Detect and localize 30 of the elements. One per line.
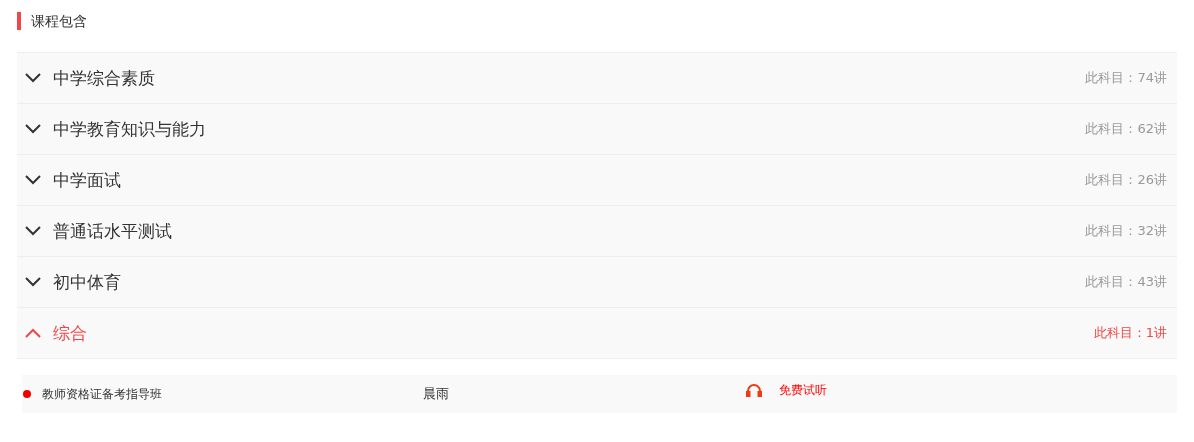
lesson-count: 此科目：1讲 [1093,324,1167,342]
chevron-down-icon [25,277,41,287]
subject-header[interactable]: 中学教育知识与能力 此科目：62讲 [17,104,1177,155]
lesson-title: 教师资格证备考指导班 [42,385,163,403]
lesson-count: 此科目：43讲 [1085,273,1167,291]
lesson-count: 此科目：74讲 [1085,69,1167,87]
headphones-icon [746,383,762,397]
lesson-count: 此科目：32讲 [1085,222,1167,240]
subject-name: 中学综合素质 [53,66,156,90]
chevron-up-icon [25,328,41,338]
chevron-down-icon [25,73,41,83]
bullet-icon [23,390,31,398]
chevron-down-icon [25,124,41,134]
lesson-count: 此科目：62讲 [1085,120,1167,138]
chevron-down-icon [25,226,41,236]
subject-name: 中学面试 [53,168,122,192]
free-trial-link[interactable]: 免费试听 [779,381,827,399]
subject-header[interactable]: 中学面试 此科目：26讲 [17,155,1177,206]
chevron-down-icon [25,175,41,185]
subject-name: 普通话水平测试 [53,219,173,243]
subject-header[interactable]: 综合 此科目：1讲 [17,308,1177,359]
teacher-name: 晨雨 [423,385,450,403]
lesson-count: 此科目：26讲 [1085,171,1167,189]
subject-header[interactable]: 普通话水平测试 此科目：32讲 [17,206,1177,257]
section-title: 课程包含 [17,12,1177,30]
subject-header[interactable]: 中学综合素质 此科目：74讲 [17,53,1177,104]
subject-name: 初中体育 [53,270,122,294]
subject-name: 综合 [53,321,88,345]
subject-header[interactable]: 初中体育 此科目：43讲 [17,257,1177,308]
subject-name: 中学教育知识与能力 [53,117,207,141]
